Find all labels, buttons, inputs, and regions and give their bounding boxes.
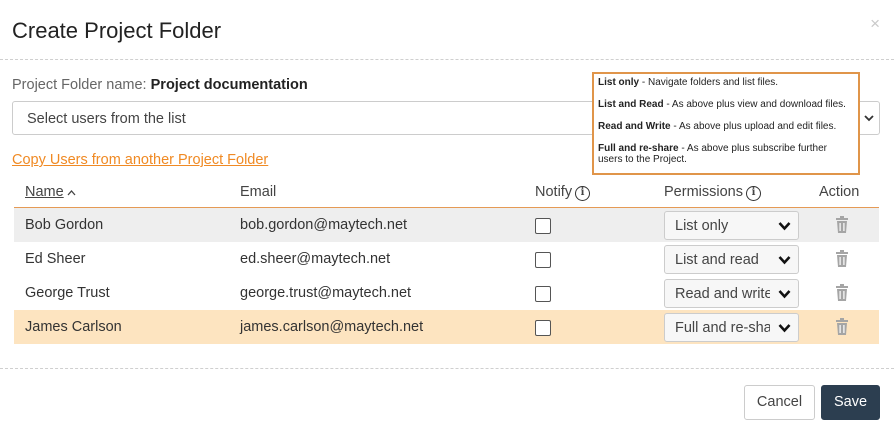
dialog-title: Create Project Folder — [12, 18, 222, 43]
folder-name-label: Project Folder name: — [12, 77, 147, 93]
folder-name-row: Project Folder name: Project documentati… — [12, 77, 308, 93]
notify-checkbox[interactable] — [535, 252, 551, 268]
table-row: Ed Sheer ed.sheer@maytech.net List and r… — [14, 242, 879, 276]
table-row: James Carlson james.carlson@maytech.net … — [14, 310, 879, 344]
notify-checkbox[interactable] — [535, 218, 551, 234]
permission-value: List only — [675, 218, 729, 234]
permission-value: List and read — [675, 252, 759, 268]
sort-up-icon — [67, 188, 76, 199]
info-icon[interactable]: i — [575, 186, 591, 201]
column-header-email: Email — [240, 184, 277, 200]
permission-value: Full and re-share — [675, 320, 770, 336]
info-icon[interactable]: i — [745, 186, 761, 201]
column-header-action: Action — [819, 184, 860, 200]
cancel-button[interactable]: Cancel — [744, 385, 815, 420]
user-name: Ed Sheer — [25, 251, 86, 267]
copy-users-link[interactable]: Copy Users from another Project Folder — [12, 152, 268, 168]
folder-name-value: Project documentation — [150, 77, 308, 93]
permission-select[interactable]: List only — [664, 211, 799, 240]
notify-checkbox[interactable] — [535, 320, 551, 336]
permission-select[interactable]: Read and write — [664, 279, 799, 308]
table-row: George Trust george.trust@maytech.net Re… — [14, 276, 879, 310]
permission-select[interactable]: List and read — [664, 245, 799, 274]
user-email: george.trust@maytech.net — [240, 285, 412, 301]
user-name: James Carlson — [25, 319, 122, 335]
user-name: George Trust — [25, 285, 110, 301]
caret-down-icon — [778, 222, 791, 231]
permission-value: Read and write — [675, 286, 770, 302]
permission-select[interactable]: Full and re-share — [664, 313, 799, 342]
save-button[interactable]: Save — [821, 385, 880, 420]
caret-down-icon — [778, 256, 791, 265]
close-icon[interactable]: × — [870, 14, 880, 34]
column-header-name[interactable]: Name — [25, 184, 76, 200]
chevron-down-icon — [864, 115, 874, 122]
user-name: Bob Gordon — [25, 217, 104, 233]
table-row: Bob Gordon bob.gordon@maytech.net List o… — [14, 208, 879, 242]
tooltip-item: List only - Navigate folders and list fi… — [598, 77, 779, 88]
tooltip-item: List and Read - As above plus view and d… — [598, 99, 846, 110]
user-email: bob.gordon@maytech.net — [240, 217, 408, 233]
trash-icon[interactable] — [835, 318, 849, 335]
caret-down-icon — [778, 290, 791, 299]
trash-icon[interactable] — [835, 250, 849, 267]
trash-icon[interactable] — [835, 216, 849, 233]
tooltip-item: Read and Write - As above plus upload an… — [598, 121, 837, 132]
caret-down-icon — [778, 324, 791, 333]
user-email: ed.sheer@maytech.net — [240, 251, 391, 267]
column-header-permissions: Permissions i — [664, 184, 761, 201]
notify-checkbox[interactable] — [535, 286, 551, 302]
tooltip-item: Full and re-share - As above plus subscr… — [598, 143, 827, 165]
footer-divider — [0, 368, 894, 369]
permissions-tooltip: List only - Navigate folders and list fi… — [592, 72, 860, 175]
column-header-notify: Notify i — [535, 184, 591, 201]
user-select-placeholder: Select users from the list — [27, 111, 186, 127]
user-email: james.carlson@maytech.net — [240, 319, 424, 335]
trash-icon[interactable] — [835, 284, 849, 301]
dialog-header: Create Project Folder × — [0, 0, 894, 60]
